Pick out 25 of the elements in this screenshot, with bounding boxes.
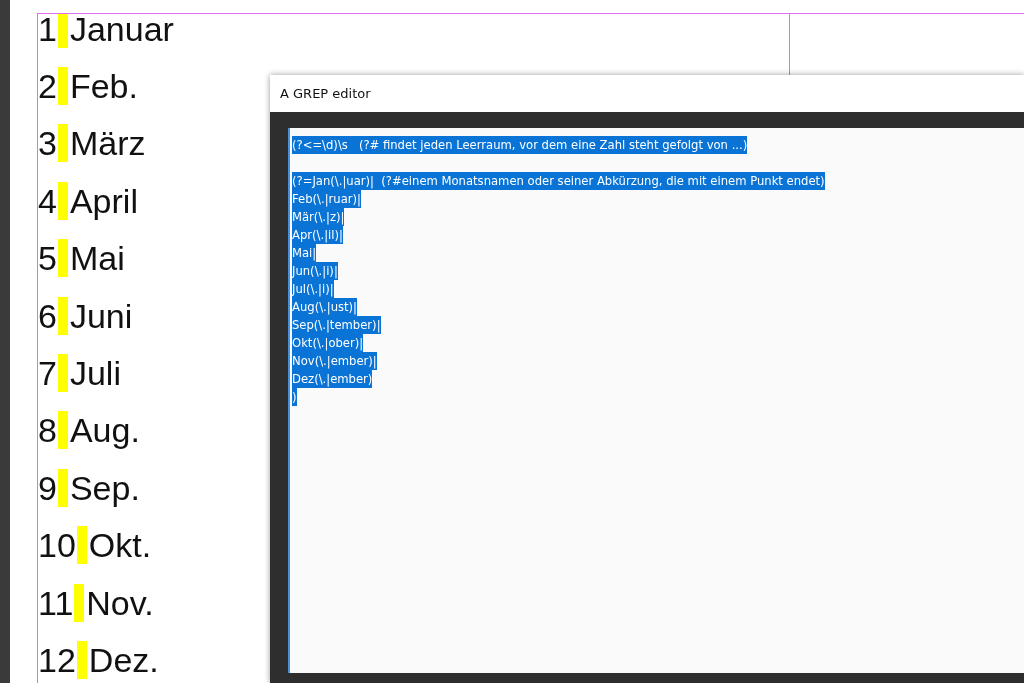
month-name: Nov. bbox=[86, 582, 154, 623]
month-number: 6 bbox=[38, 295, 57, 336]
month-name: Okt. bbox=[88, 525, 152, 566]
month-name: April bbox=[69, 180, 138, 221]
month-name: Feb. bbox=[69, 66, 138, 107]
month-number: 12 bbox=[38, 640, 76, 680]
month-number: 5 bbox=[38, 238, 57, 279]
month-number: 7 bbox=[38, 353, 57, 394]
month-number: 3 bbox=[38, 123, 57, 164]
month-name: März bbox=[69, 123, 146, 164]
window-title: A GREP editor bbox=[280, 86, 371, 101]
month-name: Januar bbox=[69, 14, 174, 49]
month-name: Sep. bbox=[69, 467, 140, 508]
month-number: 4 bbox=[38, 180, 57, 221]
month-number: 8 bbox=[38, 410, 57, 451]
month-name: Juli bbox=[69, 353, 121, 394]
month-number: 11 bbox=[38, 582, 74, 623]
month-number: 10 bbox=[38, 525, 76, 566]
month-name: Aug. bbox=[69, 410, 140, 451]
month-name: Dez. bbox=[88, 640, 159, 680]
month-name: Mai bbox=[69, 238, 125, 279]
month-number: 1 bbox=[38, 14, 57, 49]
month-name: Juni bbox=[69, 295, 133, 336]
month-number: 9 bbox=[38, 467, 57, 508]
month-number: 2 bbox=[38, 66, 57, 107]
